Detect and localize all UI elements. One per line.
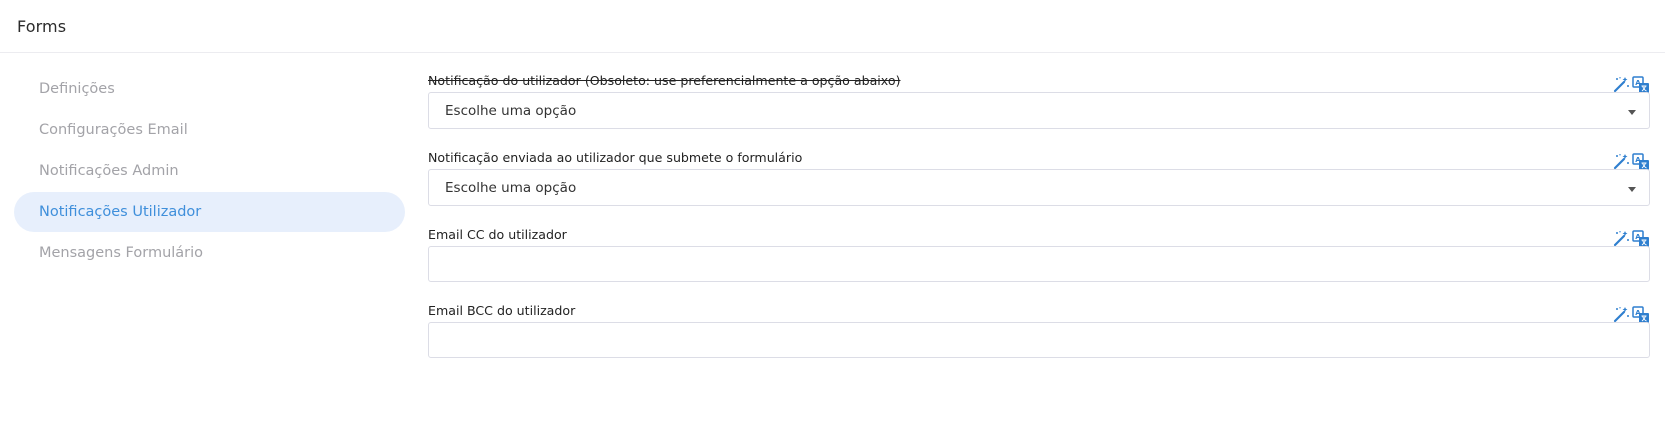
sidebar-item-definicoes[interactable]: Definições	[14, 69, 405, 109]
page-header: Forms	[0, 0, 1665, 53]
sidebar-item-configuracoes-email[interactable]: Configurações Email	[14, 110, 405, 150]
field-user-cc-email: Email CC do utilizador A	[428, 224, 1650, 282]
sidebar: Definições Configurações Email Notificaç…	[14, 69, 405, 274]
select-value: Escolhe uma opção	[445, 102, 577, 119]
sidebar-item-mensagens-formulario[interactable]: Mensagens Formulário	[14, 233, 405, 273]
submitter-notification-select[interactable]: Escolhe uma opção	[428, 169, 1650, 206]
chevron-down-icon	[1628, 187, 1636, 192]
chevron-down-icon	[1628, 110, 1636, 115]
page-title: Forms	[17, 16, 67, 36]
field-label: Email CC do utilizador	[428, 227, 567, 242]
settings-form: Notificação do utilizador (Obsoleto: use…	[428, 70, 1650, 376]
user-cc-email-input[interactable]	[428, 246, 1650, 282]
field-label: Email BCC do utilizador	[428, 303, 576, 318]
field-user-bcc-email: Email BCC do utilizador A	[428, 300, 1650, 358]
user-notification-select[interactable]: Escolhe uma opção	[428, 92, 1650, 129]
field-user-notification-obsolete: Notificação do utilizador (Obsoleto: use…	[428, 70, 1650, 129]
sidebar-item-notificacoes-utilizador[interactable]: Notificações Utilizador	[14, 192, 405, 232]
field-submitter-notification: Notificação enviada ao utilizador que su…	[428, 147, 1650, 206]
select-value: Escolhe uma opção	[445, 179, 577, 196]
field-label: Notificação do utilizador (Obsoleto: use…	[428, 73, 901, 88]
user-bcc-email-input[interactable]	[428, 322, 1650, 358]
field-label: Notificação enviada ao utilizador que su…	[428, 150, 803, 165]
sidebar-item-notificacoes-admin[interactable]: Notificações Admin	[14, 151, 405, 191]
